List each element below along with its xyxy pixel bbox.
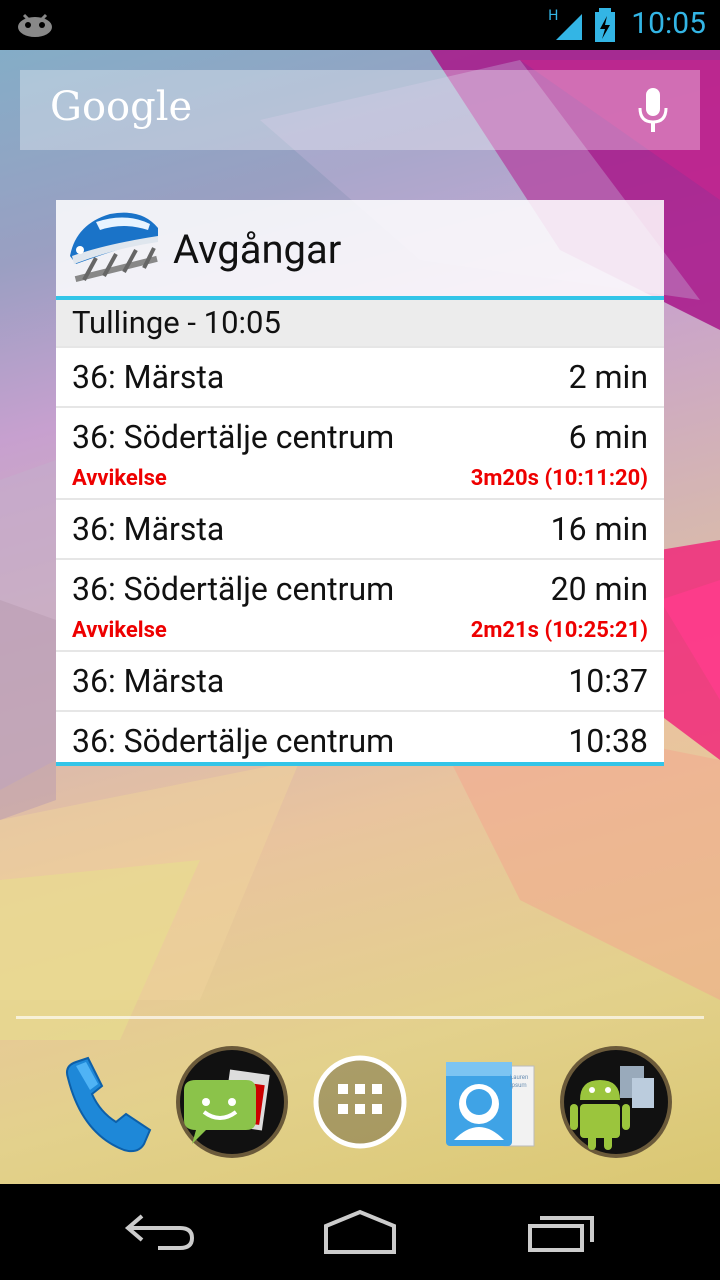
widget-header: Avgångar [56, 200, 664, 300]
departure-time: 10:37 [568, 662, 648, 700]
battery-charging-icon [595, 8, 615, 42]
back-icon[interactable] [120, 1204, 200, 1260]
station-header: Tullinge - 10:05 [56, 300, 664, 346]
departures-widget[interactable]: Avgångar Tullinge - 10:05 36: Märsta 2 m… [56, 200, 664, 766]
departure-time: 20 min [550, 570, 648, 608]
departure-row[interactable]: 36: Södertälje centrum 10:38 [56, 710, 664, 762]
status-time: 10:05 [631, 6, 706, 41]
microphone-icon[interactable] [638, 88, 668, 134]
messaging-icon[interactable] [174, 1044, 290, 1160]
home-icon[interactable] [320, 1204, 400, 1260]
contacts-card-text: Lauren Ipsum [510, 1074, 529, 1089]
departure-time: 10:38 [568, 722, 648, 760]
departure-row[interactable]: 36: Märsta 2 min [56, 346, 664, 406]
dock-divider [16, 1016, 704, 1019]
app-drawer-icon[interactable] [302, 1044, 418, 1160]
widget-bottom-bar [56, 762, 664, 766]
departure-time: 2 min [568, 358, 648, 396]
deviation-label: Avvikelse [72, 466, 167, 491]
android-apps-icon[interactable] [558, 1044, 674, 1160]
widget-title: Avgångar [173, 226, 342, 273]
contacts-icon[interactable]: Lauren Ipsum [432, 1044, 548, 1160]
departure-line: 36: Södertälje centrum [72, 570, 395, 608]
departure-line: 36: Södertälje centrum [72, 418, 395, 456]
deviation-label: Avvikelse [72, 618, 167, 643]
google-search-bar[interactable]: Google [20, 70, 700, 150]
train-icon [70, 212, 158, 283]
signal-icon: H [548, 8, 582, 40]
departure-line: 36: Södertälje centrum [72, 722, 395, 760]
recent-apps-icon[interactable] [520, 1204, 600, 1260]
status-bar: H 10:05 [0, 0, 720, 50]
departure-line: 36: Märsta [72, 358, 225, 396]
phone-icon[interactable] [46, 1044, 162, 1160]
departure-row[interactable]: 36: Södertälje centrum 6 min Avvikelse 3… [56, 406, 664, 498]
departure-row[interactable]: 36: Märsta 10:37 [56, 650, 664, 710]
svg-text:H: H [548, 8, 559, 24]
navigation-bar [0, 1184, 720, 1280]
deviation-time: 3m20s (10:11:20) [470, 466, 648, 491]
deviation-time: 2m21s (10:25:21) [470, 618, 648, 643]
departure-row[interactable]: 36: Södertälje centrum 20 min Avvikelse … [56, 558, 664, 650]
android-notification-icon [18, 13, 52, 37]
google-logo: Google [50, 84, 193, 130]
departure-time: 6 min [568, 418, 648, 456]
departure-row[interactable]: 36: Märsta 16 min [56, 498, 664, 558]
departure-line: 36: Märsta [72, 510, 225, 548]
departure-time: 16 min [550, 510, 648, 548]
departure-line: 36: Märsta [72, 662, 225, 700]
